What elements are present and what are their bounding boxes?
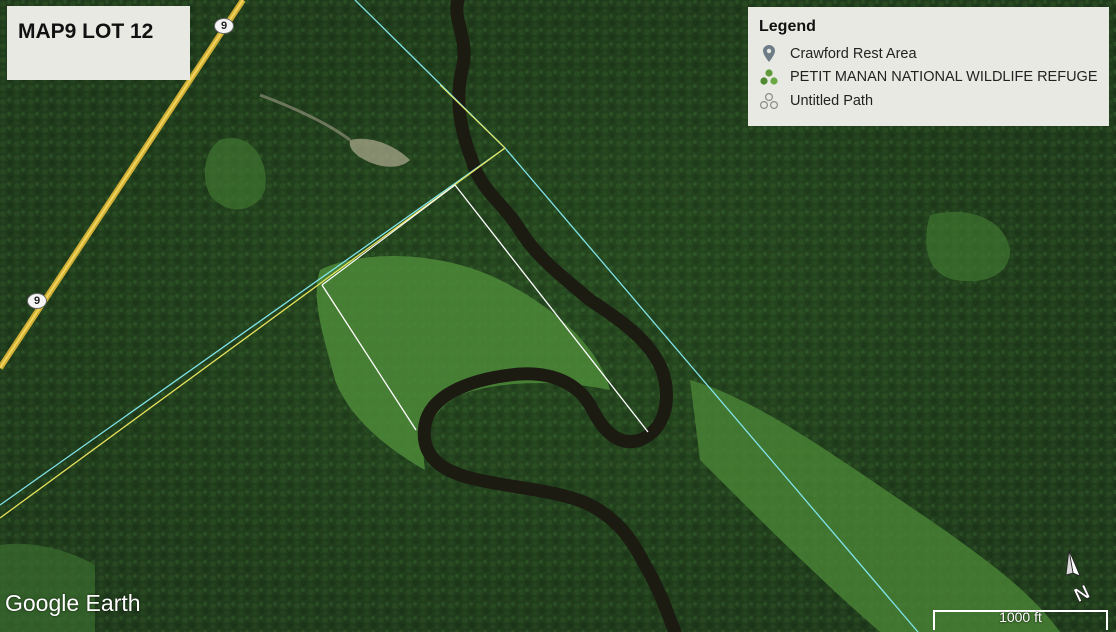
north-arrow-icon[interactable]: N <box>1062 548 1096 607</box>
north-label: N <box>1071 581 1093 606</box>
legend-item-label: PETIT MANAN NATIONAL WILDLIFE REFUGE <box>790 69 1098 86</box>
route-shield-9-south: 9 <box>27 293 47 309</box>
map-title: MAP9 LOT 12 <box>18 20 154 43</box>
path-cluster-icon <box>759 92 779 110</box>
legend-panel: Legend Crawford Rest Area PETIT MANAN NA… <box>748 7 1109 126</box>
title-box: MAP9 LOT 12 <box>7 6 190 80</box>
scale-label: 1000 ft <box>999 609 1042 625</box>
legend-item-label: Crawford Rest Area <box>790 45 917 62</box>
legend-item-label: Untitled Path <box>790 92 874 109</box>
legend-item-untitled-path[interactable]: Untitled Path <box>759 89 1109 113</box>
google-earth-logo: Google Earth <box>5 590 141 616</box>
legend-item-petit-manan-refuge[interactable]: PETIT MANAN NATIONAL WILDLIFE REFUGE <box>759 66 1109 90</box>
placemark-pin-icon <box>759 45 779 63</box>
polygon-cluster-icon <box>759 68 779 86</box>
legend-item-crawford-rest-area[interactable]: Crawford Rest Area <box>759 42 1109 66</box>
legend-title: Legend <box>759 18 816 35</box>
scale-bar: 1000 ft <box>933 604 1108 630</box>
route-shield-9-north: 9 <box>214 18 234 34</box>
